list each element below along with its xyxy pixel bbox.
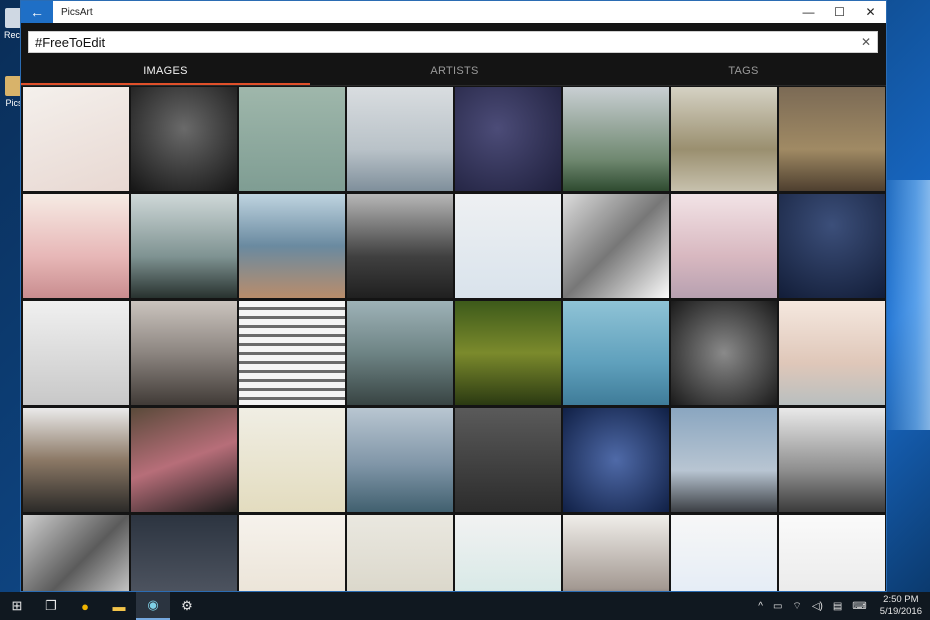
show-hidden-icons-chevron-icon[interactable]: ^ (753, 601, 768, 612)
image-thumbnail[interactable] (131, 408, 237, 512)
minimize-icon[interactable]: — (793, 1, 824, 23)
image-thumbnail[interactable] (455, 301, 561, 405)
image-thumbnail[interactable] (347, 87, 453, 191)
file-explorer-icon[interactable]: ▬ (102, 592, 136, 620)
keyboard-icon[interactable]: ⌨ (847, 601, 871, 612)
image-thumbnail[interactable] (671, 408, 777, 512)
image-thumbnail[interactable] (239, 87, 345, 191)
image-thumbnail[interactable] (347, 515, 453, 592)
image-thumbnail[interactable] (779, 515, 885, 592)
chrome-icon[interactable]: ● (68, 592, 102, 620)
image-thumbnail[interactable] (779, 301, 885, 405)
image-thumbnail[interactable] (779, 194, 885, 298)
search-input[interactable] (35, 35, 861, 50)
notifications-icon[interactable]: ▤ (828, 601, 847, 612)
clock-time: 2:50 PM (880, 594, 922, 606)
maximize-icon[interactable]: ☐ (824, 1, 855, 23)
image-thumbnail[interactable] (23, 194, 129, 298)
window-controls: — ☐ ✕ (793, 1, 886, 23)
image-thumbnail[interactable] (239, 408, 345, 512)
image-thumbnail[interactable] (563, 408, 669, 512)
wifi-icon[interactable]: ⌔ (787, 600, 806, 613)
image-thumbnail[interactable] (23, 515, 129, 592)
image-grid (23, 87, 887, 592)
taskbar: ⊞ ❐ ● ▬ ◉ ⚙ ^ ▭ ⌔ ◁) ▤ ⌨ 2:50 PM 5/19/20… (0, 592, 930, 620)
image-thumbnail[interactable] (239, 301, 345, 405)
back-button[interactable]: ← (21, 1, 53, 23)
image-thumbnail[interactable] (563, 515, 669, 592)
image-thumbnail[interactable] (779, 87, 885, 191)
volume-icon[interactable]: ◁) (807, 601, 828, 612)
settings-icon[interactable]: ⚙ (170, 592, 204, 620)
image-thumbnail[interactable] (23, 408, 129, 512)
image-thumbnail[interactable] (671, 87, 777, 191)
start-icon[interactable]: ⊞ (0, 592, 34, 620)
image-thumbnail[interactable] (23, 301, 129, 405)
image-thumbnail[interactable] (455, 194, 561, 298)
image-thumbnail[interactable] (131, 301, 237, 405)
clear-search-icon[interactable]: ✕ (861, 35, 871, 49)
image-thumbnail[interactable] (671, 301, 777, 405)
picsart-taskbar-icon[interactable]: ◉ (136, 592, 170, 620)
image-thumbnail[interactable] (239, 194, 345, 298)
tab-tags[interactable]: TAGS (599, 57, 887, 85)
tab-bar: IMAGES ARTISTS TAGS (21, 57, 887, 85)
image-thumbnail[interactable] (563, 301, 669, 405)
tab-artists[interactable]: ARTISTS (310, 57, 599, 85)
desktop-light-beam (880, 180, 930, 430)
system-tray: ^ ▭ ⌔ ◁) ▤ ⌨ 2:50 PM 5/19/2016 (753, 594, 930, 618)
tab-images[interactable]: IMAGES (21, 57, 310, 85)
image-thumbnail[interactable] (347, 194, 453, 298)
image-thumbnail[interactable] (131, 194, 237, 298)
clock[interactable]: 2:50 PM 5/19/2016 (872, 594, 930, 618)
image-thumbnail[interactable] (131, 87, 237, 191)
image-thumbnail[interactable] (23, 87, 129, 191)
image-thumbnail[interactable] (131, 515, 237, 592)
task-view-icon[interactable]: ❐ (34, 592, 68, 620)
image-thumbnail[interactable] (563, 194, 669, 298)
image-thumbnail[interactable] (455, 515, 561, 592)
search-bar: ✕ (28, 31, 878, 53)
image-thumbnail[interactable] (347, 301, 453, 405)
image-thumbnail[interactable] (347, 408, 453, 512)
image-thumbnail[interactable] (563, 87, 669, 191)
image-thumbnail[interactable] (779, 408, 885, 512)
picsart-window: ← PicsArt — ☐ ✕ ✕ IMAGES ARTISTS TAGS (20, 0, 887, 592)
image-thumbnail[interactable] (671, 515, 777, 592)
tab-divider (21, 85, 887, 86)
window-title: PicsArt (61, 7, 93, 18)
image-thumbnail[interactable] (671, 194, 777, 298)
title-bar: ← PicsArt — ☐ ✕ (21, 1, 886, 23)
clock-date: 5/19/2016 (880, 606, 922, 618)
close-icon[interactable]: ✕ (855, 1, 886, 23)
image-thumbnail[interactable] (455, 408, 561, 512)
image-thumbnail[interactable] (455, 87, 561, 191)
network-icon[interactable]: ▭ (768, 601, 787, 612)
image-thumbnail[interactable] (239, 515, 345, 592)
